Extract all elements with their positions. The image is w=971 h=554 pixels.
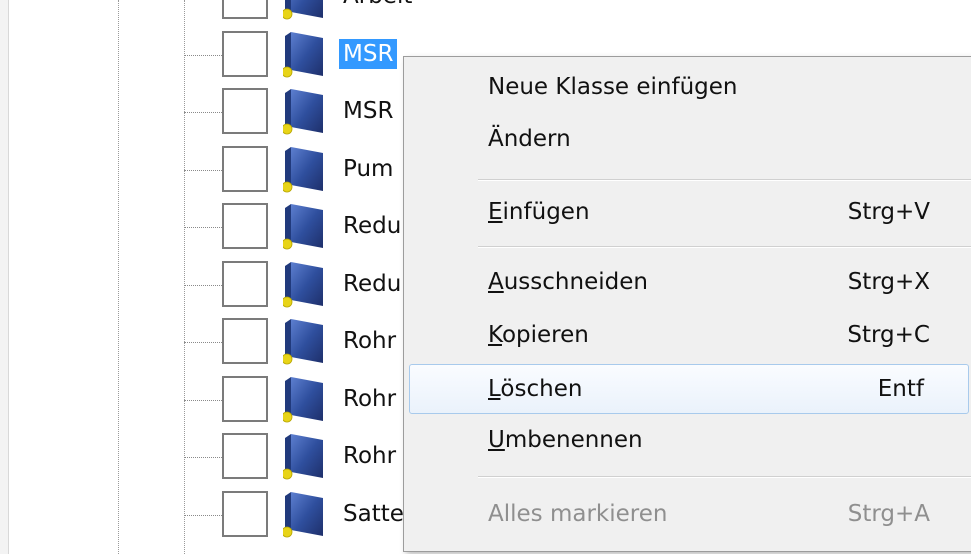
class-icon (283, 89, 323, 135)
class-icon (283, 146, 323, 192)
tree-row-label[interactable]: Rohr (343, 328, 396, 354)
tree-row-label[interactable]: Pum (343, 156, 393, 182)
class-icon (283, 31, 323, 77)
tree-row-label[interactable]: Redu (343, 213, 401, 239)
class-icon (283, 491, 323, 537)
menu-separator (478, 476, 971, 478)
menu-item-shortcut: Strg+V (847, 199, 930, 225)
tree-row-label[interactable]: MSR (339, 38, 398, 69)
row-checkbox[interactable] (222, 490, 268, 537)
row-checkbox[interactable] (222, 203, 268, 249)
tree-row-label[interactable]: Redu (343, 271, 401, 297)
tree-row-label[interactable]: Satte (343, 501, 404, 527)
row-checkbox[interactable] (222, 88, 268, 134)
tree-connector (184, 227, 222, 228)
tree-row-label[interactable]: Arbeit (343, 0, 412, 9)
menu-item-label: Kopieren (488, 322, 589, 348)
tree-connector (184, 342, 222, 343)
tree-connector (184, 284, 222, 286)
tree-row[interactable]: Redu (0, 258, 420, 312)
menu-item-paste[interactable]: Einfügen Strg+V (404, 188, 971, 238)
tree-connector (184, 457, 222, 458)
menu-separator (478, 179, 971, 181)
row-checkbox[interactable] (222, 318, 268, 364)
menu-item-cut[interactable]: Ausschneiden Strg+X (404, 258, 971, 308)
tree-connector (184, 514, 222, 516)
tree-row[interactable]: Redu (0, 200, 420, 254)
row-checkbox[interactable] (222, 0, 268, 19)
tree-connector (184, 169, 222, 171)
menu-item-shortcut: Entf (877, 376, 924, 402)
menu-item-select-all[interactable]: Alles markieren Strg+A (404, 490, 971, 540)
tree-row-label[interactable]: Rohr (343, 386, 396, 412)
row-checkbox[interactable] (222, 145, 268, 192)
menu-item-label: Löschen (488, 376, 583, 402)
tree-connector (184, 112, 222, 113)
row-checkbox[interactable] (222, 260, 268, 307)
class-icon (283, 0, 323, 20)
menu-item-shortcut: Strg+X (847, 269, 930, 295)
class-icon (283, 204, 323, 250)
row-checkbox[interactable] (222, 30, 268, 77)
tree-row[interactable]: Arbeit (0, 0, 420, 24)
tree-connector (184, 54, 222, 56)
tree-row-label[interactable]: MSR (343, 98, 393, 124)
tree-connector (184, 399, 222, 401)
menu-item-rename[interactable]: Umbenennen (404, 416, 971, 466)
tree-row[interactable]: MSR (0, 85, 420, 139)
tree-row[interactable]: Satte (0, 488, 420, 542)
menu-item-shortcut: Strg+C (847, 322, 930, 348)
tree-row[interactable]: Pum (0, 143, 420, 197)
menu-item-label: Einfügen (488, 199, 590, 225)
class-icon (283, 261, 323, 307)
tree-row[interactable]: MSR (0, 28, 420, 82)
tree-row[interactable]: Rohr (0, 373, 420, 427)
class-icon (283, 319, 323, 365)
menu-item-modify[interactable]: Ändern (404, 115, 971, 165)
class-icon (283, 434, 323, 480)
context-menu: Neue Klasse einfügen Ändern Einfügen Str… (403, 56, 971, 552)
menu-item-label: Umbenennen (488, 427, 643, 453)
class-icon (283, 376, 323, 422)
menu-item-shortcut: Strg+A (847, 501, 930, 527)
menu-item-copy[interactable]: Kopieren Strg+C (404, 311, 971, 361)
row-checkbox[interactable] (222, 433, 268, 479)
tree-row-label[interactable]: Rohr (343, 443, 396, 469)
menu-item-label: Alles markieren (488, 501, 668, 527)
menu-item-label: Ausschneiden (488, 269, 648, 295)
menu-item-new-class[interactable]: Neue Klasse einfügen (404, 63, 971, 113)
tree-row[interactable]: Rohr (0, 430, 420, 484)
menu-item-label: Neue Klasse einfügen (488, 74, 738, 100)
menu-item-label: Ändern (488, 126, 571, 152)
menu-separator (478, 246, 971, 248)
tree-row[interactable]: Rohr (0, 315, 420, 369)
row-checkbox[interactable] (222, 375, 268, 422)
menu-item-delete[interactable]: Löschen Entf (409, 364, 969, 414)
